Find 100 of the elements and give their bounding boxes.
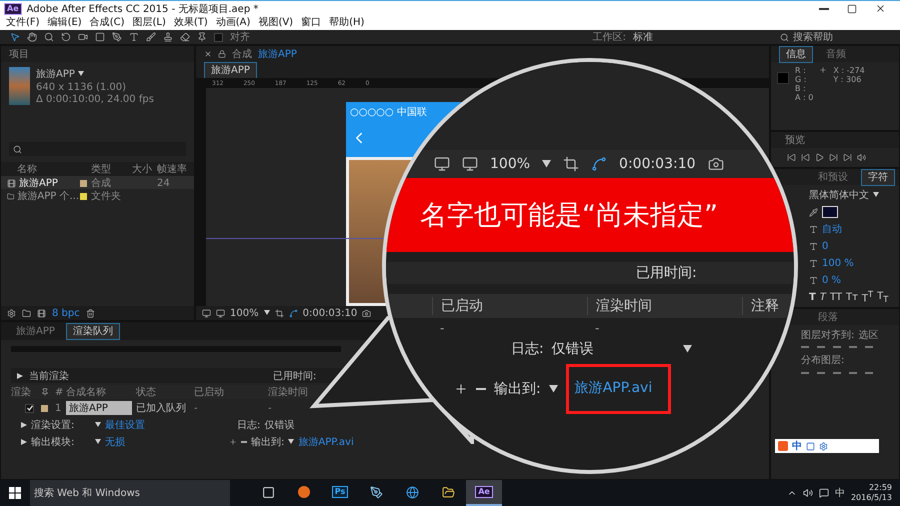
taskbar-app[interactable]: Ps bbox=[322, 480, 358, 506]
output-file-link[interactable]: 旅游APP.avi bbox=[298, 434, 354, 448]
caret-icon[interactable] bbox=[264, 310, 270, 316]
item-status: 已加入队列 bbox=[136, 402, 187, 415]
log-value[interactable]: 仅错误 bbox=[264, 418, 294, 432]
fill-color-swatch[interactable] bbox=[822, 206, 838, 218]
text-style-button[interactable]: Tᴛ bbox=[846, 292, 858, 302]
volume-icon[interactable] bbox=[802, 488, 813, 498]
pin-icon[interactable] bbox=[197, 32, 207, 42]
expand-arrow-icon[interactable] bbox=[21, 438, 27, 444]
camera-icon[interactable] bbox=[362, 308, 372, 318]
expand-arrow-icon[interactable] bbox=[21, 422, 27, 428]
menu-item[interactable]: 动画(A) bbox=[216, 17, 250, 29]
camera-icon[interactable] bbox=[78, 32, 88, 42]
pointer-icon[interactable] bbox=[10, 32, 20, 42]
caret-icon[interactable] bbox=[95, 422, 101, 428]
menu-item[interactable]: 视图(V) bbox=[258, 17, 294, 29]
project-row[interactable]: 旅游APP 个... 文件夹 bbox=[1, 189, 194, 202]
clock[interactable]: 22:59 2016/5/13 bbox=[850, 483, 892, 503]
caret-icon[interactable] bbox=[95, 438, 101, 444]
folder-icon[interactable] bbox=[22, 308, 31, 318]
play-icon[interactable] bbox=[815, 153, 824, 162]
search-field[interactable] bbox=[9, 142, 186, 156]
monitor-icon[interactable] bbox=[216, 308, 225, 318]
timecode[interactable]: 0:00:03:10 bbox=[302, 308, 358, 318]
search-field[interactable]: 搜索帮助 bbox=[793, 32, 883, 42]
render-settings-link[interactable]: 最佳设置 bbox=[105, 418, 145, 432]
text-style-button[interactable]: T bbox=[820, 292, 826, 302]
ime-mode[interactable]: 中 bbox=[792, 439, 802, 453]
windows-logo-icon[interactable] bbox=[9, 487, 21, 499]
text-style-button[interactable]: T$^{T}$ bbox=[862, 289, 874, 305]
composition-icon[interactable] bbox=[37, 308, 46, 318]
caret-icon[interactable] bbox=[873, 192, 879, 198]
taskbar-search[interactable]: 搜索 Web 和 Windows bbox=[30, 480, 230, 506]
keyboard-icon[interactable] bbox=[806, 442, 815, 450]
trash-icon[interactable] bbox=[86, 308, 95, 318]
menu-item[interactable]: 图层(L) bbox=[132, 17, 166, 29]
menu-item[interactable]: 文件(F) bbox=[6, 17, 40, 29]
notification-icon[interactable] bbox=[818, 488, 829, 498]
step-forward-icon[interactable] bbox=[829, 153, 838, 162]
zoom-level[interactable]: 100% bbox=[230, 308, 259, 318]
expand-arrow-icon[interactable] bbox=[17, 372, 23, 378]
caret-icon[interactable] bbox=[288, 438, 294, 444]
stamp-icon[interactable] bbox=[163, 32, 173, 42]
preview-icon[interactable] bbox=[202, 308, 211, 318]
first-frame-icon[interactable] bbox=[787, 153, 796, 162]
volume-icon[interactable] bbox=[857, 153, 866, 162]
maximize-icon[interactable] bbox=[847, 4, 857, 14]
last-frame-icon[interactable] bbox=[843, 153, 852, 162]
view-tab[interactable]: 旅游APP bbox=[204, 62, 257, 78]
mask-icon[interactable] bbox=[288, 308, 298, 318]
minimize-icon[interactable] bbox=[819, 8, 829, 10]
bit-depth-link[interactable]: 8 bpc bbox=[52, 308, 80, 318]
panel-tab[interactable]: 字符 bbox=[861, 169, 895, 186]
input-method[interactable]: 中 bbox=[834, 486, 845, 500]
text-icon[interactable] bbox=[129, 32, 139, 42]
render-checkbox[interactable] bbox=[25, 404, 34, 412]
close-icon[interactable] bbox=[204, 50, 212, 58]
leading-value[interactable]: 自动 bbox=[822, 222, 842, 236]
caret-icon[interactable] bbox=[78, 71, 84, 77]
eyedropper-icon[interactable] bbox=[809, 208, 818, 216]
eraser-icon[interactable] bbox=[180, 32, 190, 42]
composition-name[interactable]: 旅游APP bbox=[258, 47, 297, 61]
text-style-button[interactable]: T$_{T}$ bbox=[877, 290, 888, 304]
menu-item[interactable]: 窗口 bbox=[301, 17, 322, 29]
close-icon[interactable] bbox=[875, 3, 886, 14]
crop-icon[interactable] bbox=[274, 308, 284, 318]
tracking-value[interactable]: 0 bbox=[822, 240, 828, 252]
baseline-value[interactable]: 0 % bbox=[822, 274, 842, 286]
zoom-icon[interactable] bbox=[44, 32, 54, 42]
pen-icon[interactable] bbox=[112, 32, 122, 42]
settings-icon[interactable] bbox=[819, 442, 828, 450]
workspace-dropdown[interactable]: 标准 bbox=[633, 30, 653, 44]
menu-item[interactable]: 效果(T) bbox=[174, 17, 208, 29]
text-style-button[interactable]: T bbox=[809, 292, 816, 302]
step-back-icon[interactable] bbox=[801, 153, 810, 162]
rectangle-icon[interactable] bbox=[95, 32, 105, 42]
panel-tab[interactable]: 和预设 bbox=[811, 169, 855, 186]
output-module-link[interactable]: 无损 bbox=[105, 434, 125, 448]
panel-tab[interactable]: 渲染队列 bbox=[66, 323, 120, 340]
snap-checkbox[interactable] bbox=[214, 32, 223, 42]
rotate-icon[interactable] bbox=[61, 32, 71, 42]
menu-item[interactable]: 合成(C) bbox=[90, 17, 124, 29]
add-icon[interactable] bbox=[229, 438, 237, 446]
brush-icon[interactable] bbox=[146, 32, 156, 42]
column-header: 注释 bbox=[742, 297, 794, 315]
panel-tab[interactable]: 旅游APP bbox=[9, 323, 62, 340]
scale-value[interactable]: 100 % bbox=[822, 258, 854, 268]
align-target[interactable]: 选区 bbox=[858, 328, 878, 342]
panel-tab[interactable]: 信息 bbox=[779, 46, 813, 62]
font-name[interactable]: 黑体简体中文 bbox=[809, 188, 869, 202]
panel-tab[interactable]: 音频 bbox=[819, 46, 853, 62]
hand-icon[interactable] bbox=[27, 32, 37, 42]
interpret-icon[interactable] bbox=[7, 308, 16, 318]
menu-item[interactable]: 帮助(H) bbox=[329, 17, 364, 29]
column-header: 合成名称 bbox=[66, 386, 107, 399]
text-style-button[interactable]: TT bbox=[830, 292, 842, 302]
taskbar-app[interactable]: Ae bbox=[466, 480, 502, 506]
menu-item[interactable]: 编辑(E) bbox=[48, 17, 82, 29]
project-row[interactable]: 旅游APP 合成 24 bbox=[1, 176, 194, 189]
